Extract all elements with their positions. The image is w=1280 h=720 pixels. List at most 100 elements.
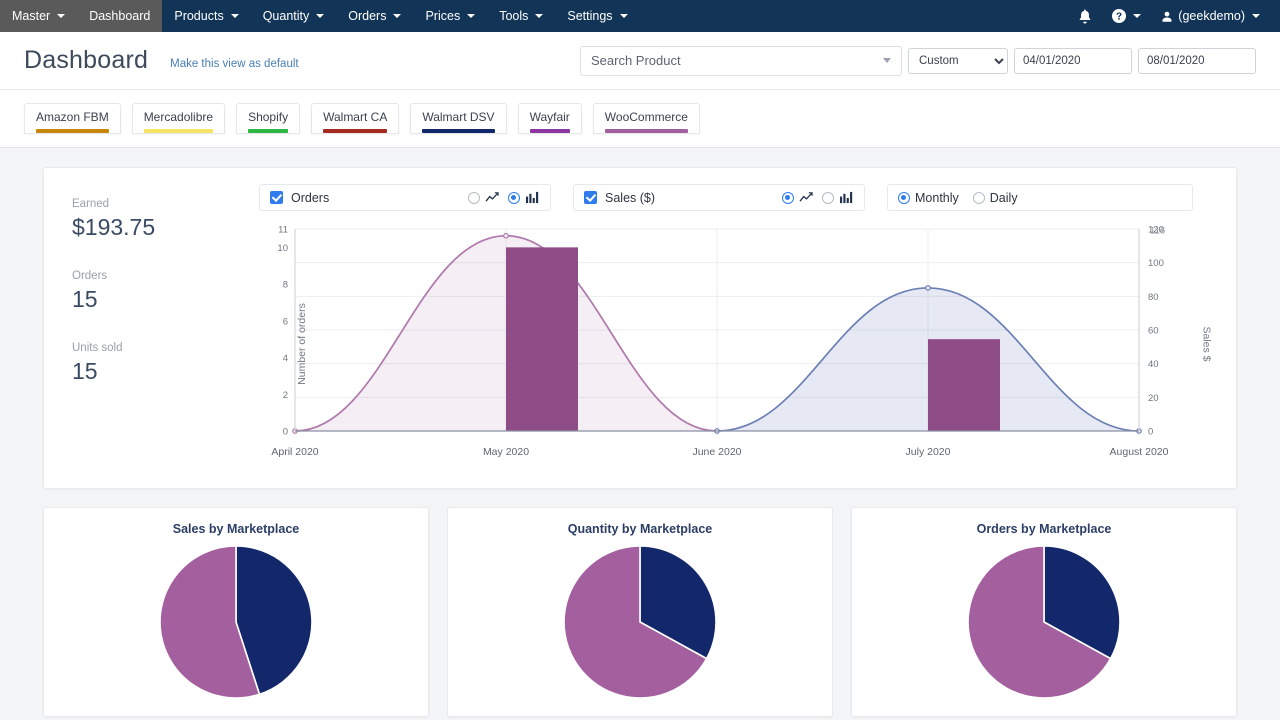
orders-line-radio[interactable] [468, 192, 480, 204]
nav-brand-master[interactable]: Master [0, 0, 77, 32]
metric-value: 15 [72, 286, 259, 313]
svg-text:0: 0 [1148, 427, 1153, 438]
marketplace-tab-woocommerce[interactable]: WooCommerce [593, 103, 700, 134]
chart-y-axis-label: Number of orders [296, 303, 308, 385]
chevron-down-icon [393, 14, 401, 18]
chevron-down-icon [883, 58, 891, 63]
pie-title: Orders by Marketplace [852, 522, 1236, 536]
svg-text:June 2020: June 2020 [692, 446, 741, 458]
marketplace-tab-underline [248, 129, 288, 133]
orders-bar-radio[interactable] [508, 192, 520, 204]
orders-bar-option[interactable] [508, 191, 540, 204]
period-control-group: Monthly Daily [887, 184, 1193, 211]
period-daily-option[interactable]: Daily [973, 191, 1018, 205]
svg-text:0: 0 [283, 427, 288, 438]
sales-bar-option[interactable] [822, 191, 854, 204]
chart-zone: Orders [259, 184, 1236, 478]
combined-chart-svg: 024681011020406080100120116April 2020May… [259, 219, 1209, 469]
orders-line-option[interactable] [468, 191, 500, 204]
bar-chart-icon [839, 191, 854, 204]
monthly-radio[interactable] [898, 192, 910, 204]
orders-checkbox[interactable] [270, 191, 283, 204]
svg-text:60: 60 [1148, 326, 1159, 337]
help-menu-button[interactable] [1102, 9, 1151, 23]
chevron-down-icon [535, 14, 543, 18]
pie-title: Quantity by Marketplace [448, 522, 832, 536]
marketplace-tab-walmart-ca[interactable]: Walmart CA [311, 103, 399, 134]
metric-label: Earned [72, 198, 259, 210]
svg-text:4: 4 [283, 353, 288, 364]
svg-text:40: 40 [1148, 359, 1159, 370]
user-menu-button[interactable]: (geekdemo) [1151, 9, 1270, 23]
nav-brand-label: Master [12, 9, 50, 23]
nav-item-label: Dashboard [89, 9, 150, 23]
marketplace-tab-shopify[interactable]: Shopify [236, 103, 300, 134]
nav-item-prices[interactable]: Prices [413, 0, 487, 32]
nav-item-label: Prices [425, 9, 460, 23]
navbar-right-group: (geekdemo) [1068, 0, 1280, 32]
orders-control-group: Orders [259, 184, 551, 211]
chevron-down-icon [1133, 14, 1141, 18]
period-monthly-option[interactable]: Monthly [898, 191, 959, 205]
marketplace-tabs: Amazon FBM Mercadolibre Shopify Walmart … [0, 90, 1280, 148]
make-view-default-link[interactable]: Make this view as default [170, 58, 298, 70]
date-to-input[interactable] [1138, 48, 1256, 74]
svg-text:8: 8 [283, 280, 288, 291]
chevron-down-icon [1252, 14, 1260, 18]
metric-label: Units sold [72, 342, 259, 354]
nav-item-settings[interactable]: Settings [555, 0, 639, 32]
marketplace-pie-row: Sales by Marketplace Quantity by Marketp… [43, 507, 1237, 717]
nav-item-label: Quantity [263, 9, 310, 23]
page-title: Dashboard [24, 46, 148, 75]
daily-label: Daily [990, 191, 1018, 205]
daily-radio[interactable] [973, 192, 985, 204]
pie-holder [852, 544, 1236, 700]
chart-y2-axis-label: Sales $ [1200, 326, 1212, 361]
svg-text:116: 116 [1150, 226, 1165, 237]
marketplace-tab-amazon-fbm[interactable]: Amazon FBM [24, 103, 121, 134]
marketplace-tab-walmart-dsv[interactable]: Walmart DSV [410, 103, 506, 134]
orders-checkbox-label: Orders [291, 191, 329, 205]
sales-line-option[interactable] [782, 191, 814, 204]
metrics-panel: Earned $193.75 Orders 15 Units sold 15 [44, 184, 259, 478]
search-product-select[interactable]: Search Product [580, 46, 902, 76]
nav-item-tools[interactable]: Tools [487, 0, 555, 32]
pie-holder [448, 544, 832, 700]
pie-holder [44, 544, 428, 700]
marketplace-tab-mercadolibre[interactable]: Mercadolibre [132, 103, 225, 134]
marketplace-tab-underline [36, 129, 109, 133]
marketplace-tab-underline [605, 129, 688, 133]
nav-item-label: Products [174, 9, 223, 23]
line-chart-icon [799, 191, 814, 204]
sales-by-marketplace-card: Sales by Marketplace [43, 507, 429, 717]
marketplace-tab-underline [530, 129, 570, 133]
date-range-select[interactable]: Custom [908, 48, 1008, 74]
chevron-down-icon [467, 14, 475, 18]
svg-text:2: 2 [283, 390, 288, 401]
nav-item-dashboard[interactable]: Dashboard [77, 0, 162, 32]
sales-checkbox-label: Sales ($) [605, 191, 655, 205]
marketplace-tab-label: Amazon FBM [36, 110, 109, 129]
sales-line-radio[interactable] [782, 192, 794, 204]
nav-item-label: Tools [499, 9, 528, 23]
notifications-button[interactable] [1068, 9, 1102, 24]
page-header: Dashboard Make this view as default Sear… [0, 32, 1280, 90]
metric-value: 15 [72, 358, 259, 385]
marketplace-tab-wayfair[interactable]: Wayfair [518, 103, 582, 134]
pie-title: Sales by Marketplace [44, 522, 428, 536]
marketplace-tab-label: Shopify [248, 110, 288, 129]
sales-checkbox[interactable] [584, 191, 597, 204]
svg-text:10: 10 [277, 243, 288, 254]
nav-item-quantity[interactable]: Quantity [251, 0, 337, 32]
date-from-input[interactable] [1014, 48, 1132, 74]
dashboard-content: Earned $193.75 Orders 15 Units sold 15 O… [0, 148, 1280, 717]
marketplace-tab-underline [144, 129, 213, 133]
quantity-pie-chart [562, 544, 718, 700]
nav-item-products[interactable]: Products [162, 0, 250, 32]
user-menu-label: (geekdemo) [1178, 9, 1245, 23]
marketplace-tab-label: Wayfair [530, 110, 570, 129]
svg-text:April 2020: April 2020 [271, 446, 318, 458]
nav-item-orders[interactable]: Orders [336, 0, 413, 32]
svg-text:July 2020: July 2020 [906, 446, 951, 458]
sales-bar-radio[interactable] [822, 192, 834, 204]
